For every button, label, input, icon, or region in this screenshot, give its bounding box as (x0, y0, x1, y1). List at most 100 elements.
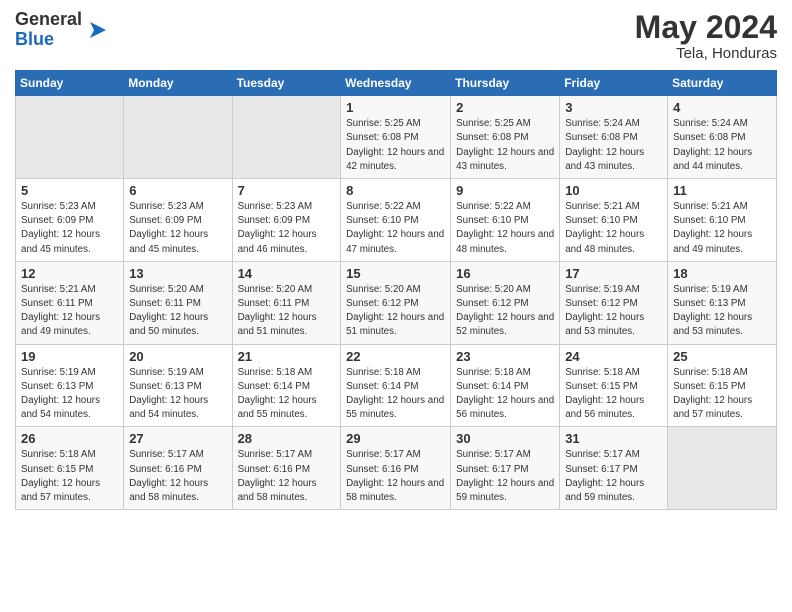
calendar-cell: 18Sunrise: 5:19 AM Sunset: 6:13 PM Dayli… (668, 261, 777, 344)
calendar-cell: 25Sunrise: 5:18 AM Sunset: 6:15 PM Dayli… (668, 344, 777, 427)
day-info: Sunrise: 5:20 AM Sunset: 6:12 PM Dayligh… (346, 283, 445, 340)
logo-general: General (15, 10, 82, 30)
calendar-header-friday: Friday (560, 71, 668, 96)
day-number: 17 (565, 266, 662, 281)
day-number: 19 (21, 349, 118, 364)
day-number: 31 (565, 431, 662, 446)
day-number: 4 (673, 100, 771, 115)
calendar-week-row: 5 Sunrise: 5:23 AM Sunset: 6:09 PM Daylig… (16, 179, 777, 262)
calendar-cell: 30 Sunrise: 5:17 AM Sunset: 6:17 PM Dayli… (451, 427, 560, 510)
day-info: Sunrise: 5:18 AM Sunset: 6:14 PM Dayligh… (346, 366, 445, 423)
day-number: 12 (21, 266, 118, 281)
day-info: Sunrise: 5:20 AM Sunset: 6:11 PM Dayligh… (238, 283, 336, 340)
calendar-header-saturday: Saturday (668, 71, 777, 96)
day-info: Sunrise: 5:17 AM Sunset: 6:16 PM Dayligh… (238, 448, 336, 505)
day-info: Sunrise: 5:21 AM Sunset: 6:11 PM Dayligh… (21, 283, 118, 340)
day-info: Sunrise: 5:25 AM Sunset: 6:08 PM Dayligh… (456, 117, 554, 174)
calendar-cell (668, 427, 777, 510)
day-number: 21 (238, 349, 336, 364)
day-number: 24 (565, 349, 662, 364)
day-number: 30 (456, 431, 554, 446)
day-number: 5 (21, 183, 118, 198)
calendar-cell: 7 Sunrise: 5:23 AM Sunset: 6:09 PM Daylig… (232, 179, 341, 262)
day-number: 16 (456, 266, 554, 281)
calendar-cell: 1 Sunrise: 5:25 AM Sunset: 6:08 PM Daylig… (341, 96, 451, 179)
calendar-cell: 10 Sunrise: 5:21 AM Sunset: 6:10 PM Dayli… (560, 179, 668, 262)
calendar-cell: 11 Sunrise: 5:21 AM Sunset: 6:10 PM Dayli… (668, 179, 777, 262)
day-number: 10 (565, 183, 662, 198)
day-info: Sunrise: 5:22 AM Sunset: 6:10 PM Dayligh… (346, 200, 445, 257)
day-info: Sunrise: 5:18 AM Sunset: 6:14 PM Dayligh… (238, 366, 336, 423)
calendar-cell: 19 Sunrise: 5:19 AM Sunset: 6:13 PM Dayli… (16, 344, 124, 427)
calendar-header-row: SundayMondayTuesdayWednesdayThursdayFrid… (16, 71, 777, 96)
day-info: Sunrise: 5:17 AM Sunset: 6:16 PM Dayligh… (129, 448, 226, 505)
calendar-page: General Blue May 2024 Tela, Honduras Sun… (0, 0, 792, 612)
day-info: Sunrise: 5:22 AM Sunset: 6:10 PM Dayligh… (456, 200, 554, 257)
day-number: 27 (129, 431, 226, 446)
calendar-header-wednesday: Wednesday (341, 71, 451, 96)
day-number: 18 (673, 266, 771, 281)
day-info: Sunrise: 5:24 AM Sunset: 6:08 PM Dayligh… (673, 117, 771, 174)
calendar-cell: 5 Sunrise: 5:23 AM Sunset: 6:09 PM Daylig… (16, 179, 124, 262)
calendar-cell: 24Sunrise: 5:18 AM Sunset: 6:15 PM Dayli… (560, 344, 668, 427)
day-info: Sunrise: 5:19 AM Sunset: 6:12 PM Dayligh… (565, 283, 662, 340)
day-info: Sunrise: 5:25 AM Sunset: 6:08 PM Dayligh… (346, 117, 445, 174)
day-info: Sunrise: 5:20 AM Sunset: 6:11 PM Dayligh… (129, 283, 226, 340)
day-info: Sunrise: 5:23 AM Sunset: 6:09 PM Dayligh… (238, 200, 336, 257)
calendar-cell: 26 Sunrise: 5:18 AM Sunset: 6:15 PM Dayli… (16, 427, 124, 510)
day-number: 29 (346, 431, 445, 446)
day-number: 26 (21, 431, 118, 446)
calendar-week-row: 19 Sunrise: 5:19 AM Sunset: 6:13 PM Dayli… (16, 344, 777, 427)
day-number: 8 (346, 183, 445, 198)
calendar-cell: 21 Sunrise: 5:18 AM Sunset: 6:14 PM Dayli… (232, 344, 341, 427)
title-block: May 2024 Tela, Honduras (635, 10, 777, 62)
month-title: May 2024 (635, 10, 777, 45)
calendar-cell: 2 Sunrise: 5:25 AM Sunset: 6:08 PM Daylig… (451, 96, 560, 179)
day-number: 20 (129, 349, 226, 364)
calendar-cell: 3Sunrise: 5:24 AM Sunset: 6:08 PM Daylig… (560, 96, 668, 179)
day-info: Sunrise: 5:23 AM Sunset: 6:09 PM Dayligh… (129, 200, 226, 257)
day-info: Sunrise: 5:21 AM Sunset: 6:10 PM Dayligh… (565, 200, 662, 257)
calendar-week-row: 1 Sunrise: 5:25 AM Sunset: 6:08 PM Daylig… (16, 96, 777, 179)
calendar-cell: 8 Sunrise: 5:22 AM Sunset: 6:10 PM Daylig… (341, 179, 451, 262)
calendar-cell: 28Sunrise: 5:17 AM Sunset: 6:16 PM Dayli… (232, 427, 341, 510)
calendar-week-row: 12 Sunrise: 5:21 AM Sunset: 6:11 PM Dayli… (16, 261, 777, 344)
calendar-cell (232, 96, 341, 179)
day-info: Sunrise: 5:17 AM Sunset: 6:16 PM Dayligh… (346, 448, 445, 505)
day-info: Sunrise: 5:21 AM Sunset: 6:10 PM Dayligh… (673, 200, 771, 257)
header: General Blue May 2024 Tela, Honduras (15, 10, 777, 62)
day-number: 1 (346, 100, 445, 115)
logo-text: General Blue (15, 10, 82, 50)
calendar-table: SundayMondayTuesdayWednesdayThursdayFrid… (15, 70, 777, 510)
calendar-cell: 14 Sunrise: 5:20 AM Sunset: 6:11 PM Dayli… (232, 261, 341, 344)
day-number: 6 (129, 183, 226, 198)
day-info: Sunrise: 5:19 AM Sunset: 6:13 PM Dayligh… (21, 366, 118, 423)
calendar-cell: 16 Sunrise: 5:20 AM Sunset: 6:12 PM Dayli… (451, 261, 560, 344)
calendar-cell: 27 Sunrise: 5:17 AM Sunset: 6:16 PM Dayli… (124, 427, 232, 510)
calendar-cell: 23Sunrise: 5:18 AM Sunset: 6:14 PM Dayli… (451, 344, 560, 427)
day-info: Sunrise: 5:18 AM Sunset: 6:15 PM Dayligh… (21, 448, 118, 505)
calendar-cell: 4 Sunrise: 5:24 AM Sunset: 6:08 PM Daylig… (668, 96, 777, 179)
day-info: Sunrise: 5:17 AM Sunset: 6:17 PM Dayligh… (456, 448, 554, 505)
day-info: Sunrise: 5:23 AM Sunset: 6:09 PM Dayligh… (21, 200, 118, 257)
calendar-cell: 15 Sunrise: 5:20 AM Sunset: 6:12 PM Dayli… (341, 261, 451, 344)
calendar-cell: 31 Sunrise: 5:17 AM Sunset: 6:17 PM Dayli… (560, 427, 668, 510)
day-number: 22 (346, 349, 445, 364)
day-info: Sunrise: 5:17 AM Sunset: 6:17 PM Dayligh… (565, 448, 662, 505)
day-number: 15 (346, 266, 445, 281)
calendar-cell (124, 96, 232, 179)
day-number: 14 (238, 266, 336, 281)
day-info: Sunrise: 5:24 AM Sunset: 6:08 PM Dayligh… (565, 117, 662, 174)
day-info: Sunrise: 5:20 AM Sunset: 6:12 PM Dayligh… (456, 283, 554, 340)
logo: General Blue (15, 10, 112, 50)
day-number: 7 (238, 183, 336, 198)
day-number: 2 (456, 100, 554, 115)
calendar-cell: 12 Sunrise: 5:21 AM Sunset: 6:11 PM Dayli… (16, 261, 124, 344)
day-info: Sunrise: 5:19 AM Sunset: 6:13 PM Dayligh… (129, 366, 226, 423)
logo-icon (84, 16, 112, 44)
day-info: Sunrise: 5:18 AM Sunset: 6:14 PM Dayligh… (456, 366, 554, 423)
day-number: 11 (673, 183, 771, 198)
calendar-cell: 29 Sunrise: 5:17 AM Sunset: 6:16 PM Dayli… (341, 427, 451, 510)
day-number: 13 (129, 266, 226, 281)
calendar-cell: 13 Sunrise: 5:20 AM Sunset: 6:11 PM Dayli… (124, 261, 232, 344)
